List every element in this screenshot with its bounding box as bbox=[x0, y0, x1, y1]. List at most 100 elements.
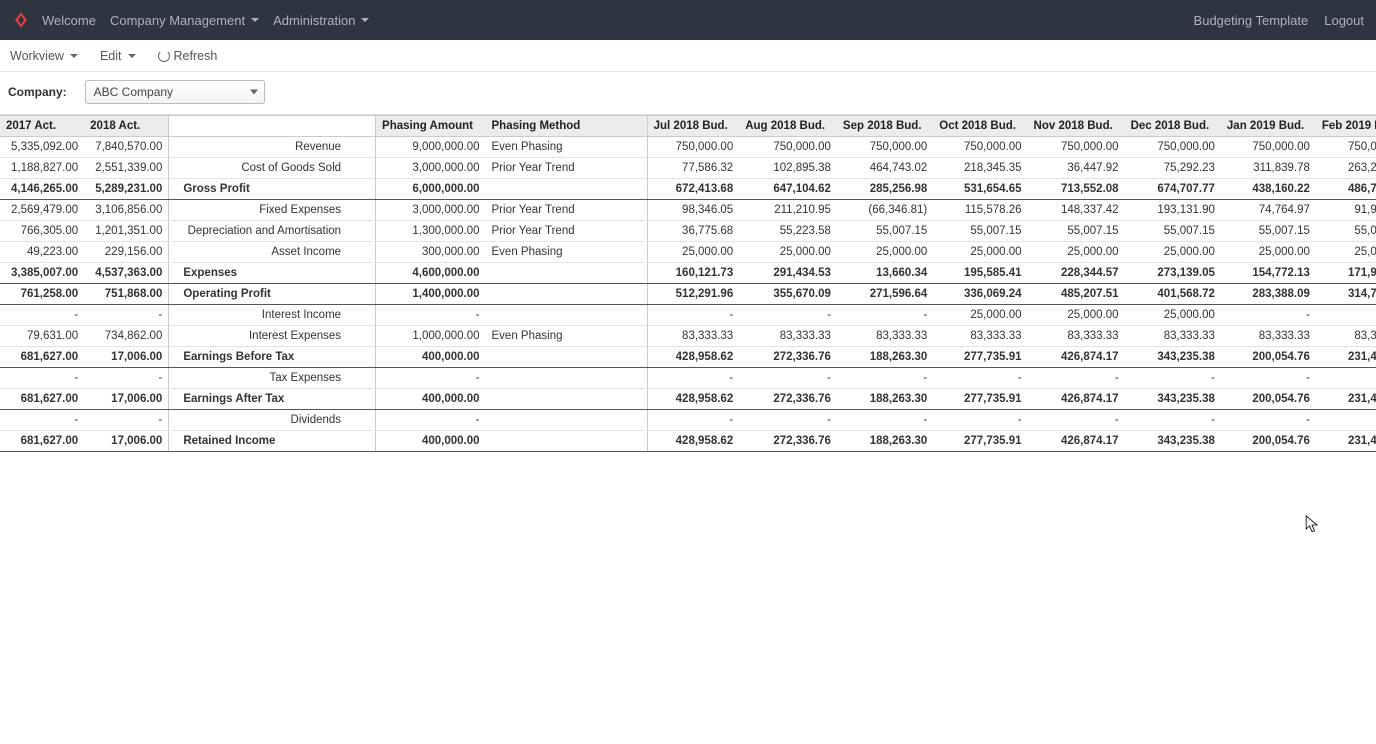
cell-2017-act[interactable]: 681,627.00 bbox=[0, 389, 84, 410]
cell-phasing-method[interactable] bbox=[486, 431, 648, 452]
cell-2017-act[interactable]: 5,335,092.00 bbox=[0, 137, 84, 158]
col-header-month[interactable]: Nov 2018 Bud. bbox=[1028, 116, 1125, 137]
cell-month-value[interactable]: 25,000.00 bbox=[1028, 305, 1125, 326]
cell-month-value[interactable]: 25,000.00 bbox=[933, 242, 1027, 263]
cell-month-value[interactable]: 25,000.00 bbox=[1028, 242, 1125, 263]
cell-month-value[interactable]: 188,263.30 bbox=[837, 431, 933, 452]
nav-welcome[interactable]: Welcome bbox=[42, 13, 96, 28]
cell-phasing-amount[interactable]: 4,600,000.00 bbox=[376, 263, 486, 284]
cell-phasing-method[interactable]: Prior Year Trend bbox=[486, 200, 648, 221]
cell-month-value[interactable]: 750,000.00 bbox=[739, 137, 837, 158]
cell-2018-act[interactable]: 17,006.00 bbox=[84, 347, 169, 368]
cell-2017-act[interactable]: 1,188,827.00 bbox=[0, 158, 84, 179]
cell-month-value[interactable]: 428,958.62 bbox=[647, 431, 739, 452]
cell-month-value[interactable]: 750,000.00 bbox=[1028, 137, 1125, 158]
cell-phasing-method[interactable]: Prior Year Trend bbox=[486, 158, 648, 179]
cell-phasing-amount[interactable]: 400,000.00 bbox=[376, 431, 486, 452]
cell-month-value[interactable]: 102,895.38 bbox=[739, 158, 837, 179]
cell-month-value[interactable]: - bbox=[837, 305, 933, 326]
cell-month-value[interactable]: 55,007.15 bbox=[1125, 221, 1221, 242]
cell-2018-act[interactable]: 5,289,231.00 bbox=[84, 179, 169, 200]
cell-month-value[interactable]: 25,000.00 bbox=[739, 242, 837, 263]
col-header-phasing-amount[interactable]: Phasing Amount bbox=[376, 116, 486, 137]
cell-month-value[interactable]: 98,346.05 bbox=[647, 200, 739, 221]
cell-month-value[interactable]: 74,764.97 bbox=[1221, 200, 1316, 221]
cell-2018-act[interactable]: 17,006.00 bbox=[84, 431, 169, 452]
cell-phasing-method[interactable] bbox=[486, 389, 648, 410]
cell-month-value[interactable]: 750,000.00 bbox=[647, 137, 739, 158]
cell-phasing-amount[interactable]: 400,000.00 bbox=[376, 389, 486, 410]
cell-month-value[interactable]: 263,228.84 bbox=[1316, 158, 1376, 179]
cell-month-value[interactable]: 83,333.33 bbox=[933, 326, 1027, 347]
cell-phasing-method[interactable]: Even Phasing bbox=[486, 242, 648, 263]
cell-2018-act[interactable]: 4,537,363.00 bbox=[84, 263, 169, 284]
col-header-2017-act[interactable]: 2017 Act. bbox=[0, 116, 84, 137]
cell-month-value[interactable]: 272,336.76 bbox=[739, 389, 837, 410]
cell-2017-act[interactable]: 766,305.00 bbox=[0, 221, 84, 242]
cell-phasing-amount[interactable]: 3,000,000.00 bbox=[376, 158, 486, 179]
cell-month-value[interactable]: 291,434.53 bbox=[739, 263, 837, 284]
cell-month-value[interactable]: - bbox=[1028, 368, 1125, 389]
col-header-2018-act[interactable]: 2018 Act. bbox=[84, 116, 169, 137]
cell-month-value[interactable]: - bbox=[1316, 368, 1376, 389]
cell-phasing-amount[interactable]: 300,000.00 bbox=[376, 242, 486, 263]
cell-2017-act[interactable]: 3,385,007.00 bbox=[0, 263, 84, 284]
cell-2018-act[interactable]: 17,006.00 bbox=[84, 389, 169, 410]
cell-month-value[interactable]: 343,235.38 bbox=[1125, 347, 1221, 368]
cell-month-value[interactable]: 228,344.57 bbox=[1028, 263, 1125, 284]
cell-phasing-amount[interactable]: 6,000,000.00 bbox=[376, 179, 486, 200]
cell-phasing-amount[interactable]: - bbox=[376, 305, 486, 326]
cell-month-value[interactable]: - bbox=[1221, 305, 1316, 326]
cell-month-value[interactable]: 343,235.38 bbox=[1125, 431, 1221, 452]
toolbar-edit[interactable]: Edit bbox=[100, 49, 136, 63]
cell-month-value[interactable]: 55,007.15 bbox=[1028, 221, 1125, 242]
cell-month-value[interactable]: 485,207.51 bbox=[1028, 284, 1125, 305]
cell-2018-act[interactable]: - bbox=[84, 368, 169, 389]
cell-month-value[interactable]: 55,007.15 bbox=[837, 221, 933, 242]
cell-phasing-method[interactable]: Even Phasing bbox=[486, 137, 648, 158]
cell-phasing-amount[interactable]: 1,300,000.00 bbox=[376, 221, 486, 242]
cell-phasing-amount[interactable]: 400,000.00 bbox=[376, 347, 486, 368]
cell-phasing-amount[interactable]: 1,000,000.00 bbox=[376, 326, 486, 347]
cell-month-value[interactable]: 83,333.33 bbox=[1028, 326, 1125, 347]
cell-2018-act[interactable]: 2,551,339.00 bbox=[84, 158, 169, 179]
cell-month-value[interactable]: 428,958.62 bbox=[647, 347, 739, 368]
cell-2018-act[interactable]: 7,840,570.00 bbox=[84, 137, 169, 158]
grid-scroll-container[interactable]: 2017 Act. 2018 Act. Phasing Amount Phasi… bbox=[0, 114, 1376, 744]
cell-month-value[interactable]: (66,346.81) bbox=[837, 200, 933, 221]
cell-2017-act[interactable]: - bbox=[0, 368, 84, 389]
cell-month-value[interactable]: 672,413.68 bbox=[647, 179, 739, 200]
col-header-phasing-method[interactable]: Phasing Method bbox=[486, 116, 648, 137]
col-header-month[interactable]: Sep 2018 Bud. bbox=[837, 116, 933, 137]
cell-phasing-method[interactable] bbox=[486, 347, 648, 368]
cell-month-value[interactable]: 336,069.24 bbox=[933, 284, 1027, 305]
cell-month-value[interactable]: 272,336.76 bbox=[739, 431, 837, 452]
cell-2017-act[interactable]: 761,258.00 bbox=[0, 284, 84, 305]
cell-month-value[interactable]: - bbox=[933, 410, 1027, 431]
cell-month-value[interactable]: 750,000.00 bbox=[837, 137, 933, 158]
cell-2018-act[interactable]: - bbox=[84, 305, 169, 326]
cell-month-value[interactable]: 83,333.33 bbox=[647, 326, 739, 347]
cell-month-value[interactable]: 750,000.00 bbox=[1125, 137, 1221, 158]
cell-2017-act[interactable]: - bbox=[0, 305, 84, 326]
cell-month-value[interactable]: 200,054.76 bbox=[1221, 389, 1316, 410]
cell-month-value[interactable]: 401,568.72 bbox=[1125, 284, 1221, 305]
cell-month-value[interactable]: 188,263.30 bbox=[837, 347, 933, 368]
cell-month-value[interactable]: 311,839.78 bbox=[1221, 158, 1316, 179]
cell-month-value[interactable]: 83,333.33 bbox=[1221, 326, 1316, 347]
cell-month-value[interactable]: 148,337.42 bbox=[1028, 200, 1125, 221]
cell-2018-act[interactable]: 1,201,351.00 bbox=[84, 221, 169, 242]
cell-phasing-amount[interactable]: 9,000,000.00 bbox=[376, 137, 486, 158]
cell-month-value[interactable]: 25,000.00 bbox=[837, 242, 933, 263]
cell-month-value[interactable]: 25,000.00 bbox=[1125, 242, 1221, 263]
cell-month-value[interactable]: - bbox=[1221, 368, 1316, 389]
company-select[interactable]: ABC Company bbox=[85, 80, 265, 104]
cell-month-value[interactable]: 438,160.22 bbox=[1221, 179, 1316, 200]
cell-month-value[interactable]: 428,958.62 bbox=[647, 389, 739, 410]
cell-month-value[interactable]: - bbox=[739, 305, 837, 326]
cell-month-value[interactable]: 55,007.15 bbox=[1221, 221, 1316, 242]
cell-month-value[interactable]: 83,333.33 bbox=[1125, 326, 1221, 347]
cell-phasing-amount[interactable]: - bbox=[376, 410, 486, 431]
cell-2018-act[interactable]: 229,156.00 bbox=[84, 242, 169, 263]
cell-month-value[interactable]: - bbox=[1125, 410, 1221, 431]
